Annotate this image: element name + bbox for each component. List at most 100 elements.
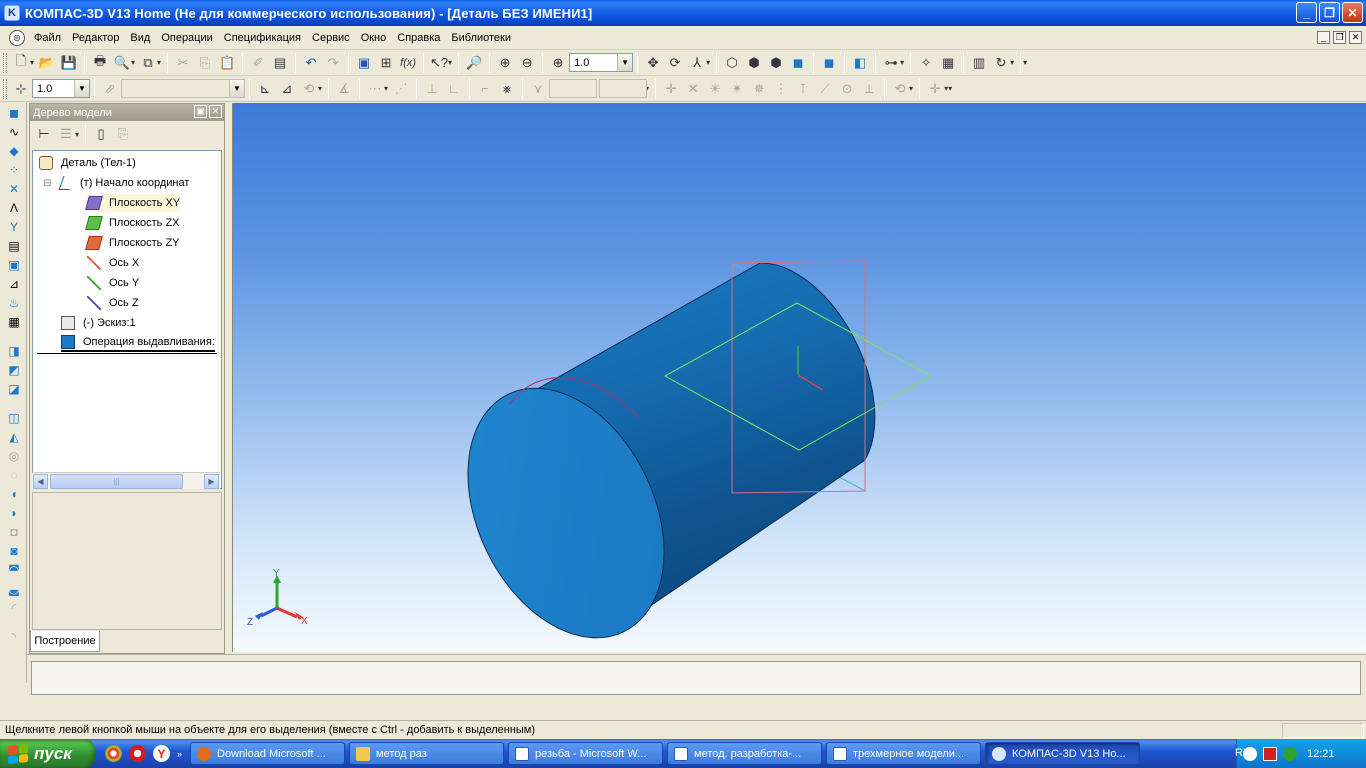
zoom-window-icon[interactable]: 🔎 <box>464 53 484 73</box>
snap-normal-icon[interactable]: ⟂ <box>859 79 879 99</box>
rebuild-dropdown-icon[interactable]: ▾ <box>1010 58 1014 67</box>
task-word-3d[interactable]: трехмерное модели... <box>826 742 982 765</box>
quick-launch-more-icon[interactable]: » <box>177 749 182 759</box>
operation-dropdown-icon[interactable]: ▾ <box>318 84 322 93</box>
snap-intersection-icon[interactable]: ✕ <box>683 79 703 99</box>
extruded-cylinder[interactable] <box>429 262 876 652</box>
tab-construction[interactable]: Построение <box>30 631 100 652</box>
spatial-curves-icon[interactable]: ∿ <box>4 123 24 141</box>
tree-item-extrusion[interactable]: Операция выдавливания: <box>61 334 215 352</box>
scroll-left-icon[interactable]: ◀ <box>33 474 48 489</box>
tree-item-detail[interactable]: Деталь (Тел-1) <box>39 154 136 172</box>
mirror-icon[interactable]: ◜ <box>4 599 24 617</box>
formula-icon[interactable]: f(x) <box>398 53 418 73</box>
tree-item-sketch[interactable]: (-) Эскиз:1 <box>61 314 136 332</box>
paste-icon[interactable]: 📋 <box>217 53 237 73</box>
dimensions-icon[interactable]: ⊿ <box>4 275 24 293</box>
menu-file[interactable]: Файл <box>29 32 67 44</box>
tree-item-plane-zx[interactable]: Плоскость ZX <box>85 214 180 232</box>
filter-dropdown-icon[interactable]: ▾ <box>900 58 904 67</box>
auxiliary-geometry-icon[interactable]: ✕ <box>4 180 24 198</box>
specification-icon[interactable]: ▤ <box>4 237 24 255</box>
task-download[interactable]: Download Microsoft ... <box>190 742 346 765</box>
task-word-method[interactable]: метод. разработка-... <box>667 742 823 765</box>
tree-item-axis-x[interactable]: Ось X <box>87 254 139 272</box>
start-button[interactable]: пуск <box>0 739 95 768</box>
parametric-icon[interactable]: ⌐ <box>475 79 495 99</box>
snap-dropdown-icon[interactable]: ▾ <box>909 84 913 93</box>
loft-operation-icon[interactable]: ◫ <box>4 409 24 427</box>
menu-operations[interactable]: Операции <box>156 32 218 44</box>
snap-center-icon[interactable]: ✴ <box>727 79 747 99</box>
orthogonal-icon[interactable]: ⊥ <box>422 79 442 99</box>
step-combo[interactable]: 1.0 ▼ <box>32 79 90 98</box>
toolbar-grip[interactable] <box>3 78 7 99</box>
tree-item-plane-zy[interactable]: Плоскость ZY <box>85 234 180 252</box>
orientation-icon[interactable]: ⅄ <box>687 53 707 73</box>
menu-window[interactable]: Окно <box>356 32 393 44</box>
rib-icon[interactable]: ◙ <box>4 542 24 560</box>
shell-icon[interactable]: ◘ <box>4 523 24 541</box>
zoom-combo[interactable]: 1.0 ▼ <box>569 53 634 72</box>
chevron-down-icon[interactable]: ▼ <box>617 54 633 71</box>
tree-item-origin[interactable]: (т) Начало координат <box>58 174 189 192</box>
section-icon[interactable]: ◛ <box>4 580 24 598</box>
cut-icon[interactable]: ✂ <box>173 53 193 73</box>
rebuild-icon[interactable]: ↻ <box>991 53 1011 73</box>
compact-panel-icon[interactable]: ▣ <box>354 53 374 73</box>
menu-service[interactable]: Сервис <box>307 32 356 44</box>
cut-rotate-icon[interactable]: ◎ <box>4 447 24 465</box>
zoom-in-icon[interactable]: ⊕ <box>495 53 515 73</box>
sheet-metal-icon[interactable]: ▣ <box>4 256 24 274</box>
print-icon[interactable]: 🖶 <box>90 53 110 73</box>
zoom-out-icon[interactable]: ⊖ <box>517 53 537 73</box>
snap-nearest-icon[interactable]: ✛ <box>661 79 681 99</box>
new-file-icon[interactable]: 🗋 <box>11 53 31 73</box>
select-icon[interactable]: ✧ <box>916 53 936 73</box>
close-icon[interactable]: ✕ <box>209 105 222 118</box>
arrays-icon[interactable]: ⁘ <box>4 161 24 179</box>
tree-item-plane-xy[interactable]: Плоскость XY <box>85 194 181 212</box>
scroll-thumb[interactable]: ||| <box>50 474 183 489</box>
snap-midpoint-icon[interactable]: ✵ <box>749 79 769 99</box>
hole-icon[interactable]: ◚ <box>4 561 24 579</box>
tree-view-icon[interactable]: ▥ <box>969 53 989 73</box>
layer-icon[interactable]: ⬀ <box>100 79 120 99</box>
surfaces-icon[interactable]: ◆ <box>4 142 24 160</box>
snap-grid-icon[interactable]: ⋮ <box>771 79 791 99</box>
yandex-icon[interactable]: Y <box>153 745 170 762</box>
kinematic-operation-icon[interactable]: ◪ <box>4 380 24 398</box>
pipelines-icon[interactable]: ♨ <box>4 294 24 312</box>
rotate-operation-icon[interactable]: ◩ <box>4 361 24 379</box>
chevron-down-icon[interactable]: ▼ <box>74 80 89 97</box>
local-cs-icon[interactable]: ⋰ <box>391 79 411 99</box>
doc-minimize-button[interactable]: _ <box>1317 31 1330 44</box>
grid-dropdown-icon[interactable]: ▾ <box>384 84 388 93</box>
menu-edit[interactable]: Редактор <box>67 32 125 44</box>
tray-safely-remove-icon[interactable] <box>1283 746 1297 761</box>
doc-close-button[interactable]: ✕ <box>1349 31 1362 44</box>
document-icon[interactable]: ◎ <box>9 29 25 46</box>
export-icon[interactable]: ⧉ <box>138 53 158 73</box>
cut-extrude-icon[interactable]: ◭ <box>4 428 24 446</box>
scroll-right-icon[interactable]: ▶ <box>204 474 219 489</box>
restore-button[interactable]: ❐ <box>1319 2 1340 23</box>
variables-icon[interactable]: ⊞ <box>376 53 396 73</box>
shaded-edges-icon[interactable]: ◼ <box>819 53 839 73</box>
edit-sketch-icon[interactable]: ⊿ <box>277 79 297 99</box>
help-dropdown-icon[interactable]: ▾ <box>448 58 452 67</box>
print-preview-icon[interactable]: 🔍 <box>112 53 132 73</box>
close-button[interactable]: ✕ <box>1342 2 1363 23</box>
pin-icon[interactable]: ▣ <box>194 105 207 118</box>
snap-settings-icon[interactable]: ⟲ <box>890 79 910 99</box>
snap-touch-icon[interactable]: ⊙ <box>837 79 857 99</box>
zoom-scale-icon[interactable]: ⊕ <box>548 53 568 73</box>
snap-align-icon[interactable]: ⊺ <box>793 79 813 99</box>
help-pointer-icon[interactable]: ↖? <box>429 53 449 73</box>
orientation-dropdown-icon[interactable]: ▾ <box>706 58 710 67</box>
bottom-tool-icon[interactable]: ◝ <box>4 628 24 646</box>
shaded-icon[interactable]: ◼ <box>788 53 808 73</box>
menu-help[interactable]: Справка <box>392 32 446 44</box>
tree-structure-icon[interactable]: ☰ <box>56 124 76 144</box>
snaps-icon[interactable]: ⨳ <box>497 79 517 99</box>
